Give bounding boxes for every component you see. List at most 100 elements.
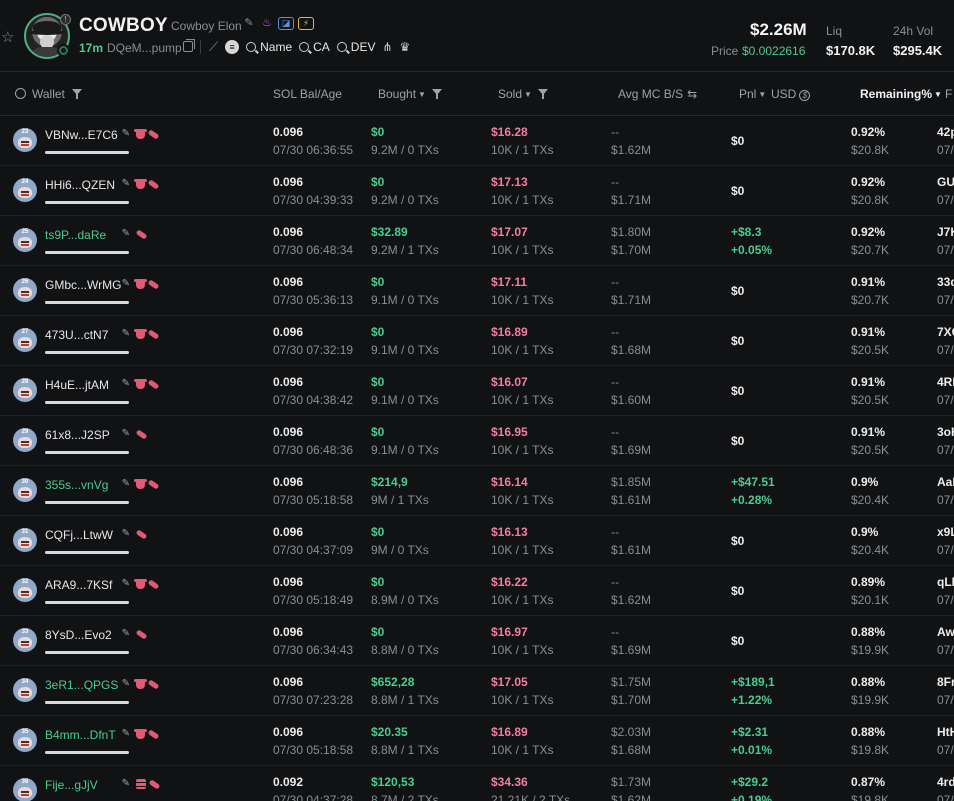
table-row[interactable]: 30 355s...vnVg ✎ 0.096 07/30 05:18:58 $214,9 9… (0, 466, 954, 516)
pencil-icon[interactable]: ✎ (122, 378, 133, 389)
wallet-address[interactable]: 355s...vnVg (45, 478, 108, 492)
pencil-icon[interactable]: ✎ (122, 578, 133, 589)
wallet-address[interactable]: B4mm...DfnT (45, 728, 116, 742)
contract-address[interactable]: DQeM...pump (107, 41, 182, 55)
info-icon[interactable]: ! (60, 14, 71, 25)
wallet-address[interactable]: H4uE...jtAM (45, 378, 109, 392)
table-row[interactable]: 28 H4uE...jtAM ✎ 0.096 07/30 04:38:42 $0 9.1M … (0, 366, 954, 416)
avatar[interactable]: 28 (13, 378, 37, 402)
bolt-icon[interactable]: ⚡ (298, 16, 314, 30)
wallet-address[interactable]: Fije...gJjV (45, 778, 98, 792)
pencil-icon[interactable]: ✎ (242, 16, 256, 30)
pencil-icon[interactable]: ✎ (122, 678, 133, 689)
table-row[interactable]: 35 B4mm...DfnT ✎ 0.096 07/30 05:18:58 $20.35 8… (0, 716, 954, 766)
avatar[interactable]: 34 (13, 678, 37, 702)
avatar[interactable]: 32 (13, 578, 37, 602)
avatar[interactable]: 30 (13, 478, 37, 502)
wallet-address[interactable]: HHi6...QZEN (45, 178, 115, 192)
table-row[interactable]: 31 CQFj...LtwW ✎ 0.096 07/30 04:37:09 $0 9M / … (0, 516, 954, 566)
wallet-address[interactable]: ARA9...7KSf (45, 578, 112, 592)
feather-icon[interactable]: ⟋ (209, 39, 218, 55)
pencil-icon[interactable]: ✎ (122, 128, 133, 139)
funding-source[interactable]: Aw (937, 625, 954, 639)
funding-source[interactable]: 42p (937, 125, 954, 139)
filter-icon[interactable] (71, 89, 82, 99)
table-row[interactable]: 27 473U...ctN7 ✎ 0.096 07/30 07:32:19 $0 9.1M … (0, 316, 954, 366)
search-ca-button[interactable]: CA (299, 40, 330, 54)
gear-icon[interactable] (15, 88, 26, 99)
filter-icon[interactable] (431, 89, 442, 99)
wallet-address[interactable]: 473U...ctN7 (45, 328, 108, 342)
star-icon[interactable]: ☆ (1, 28, 14, 46)
avatar[interactable]: 31 (13, 528, 37, 552)
col-sol-bal[interactable]: SOL Bal/Age (273, 87, 342, 101)
crown-icon[interactable]: ♛ (400, 40, 411, 54)
wallet-address[interactable]: CQFj...LtwW (45, 528, 113, 542)
table-row[interactable]: 25 ts9P...daRe ✎ 0.096 07/30 06:48:34 $32.89 9… (0, 216, 954, 266)
pencil-icon[interactable]: ✎ (122, 478, 133, 489)
funding-source[interactable]: qLL (937, 575, 954, 589)
col-remaining[interactable]: Remaining% ▼ (860, 87, 942, 101)
avatar[interactable]: 25 (13, 228, 37, 252)
pencil-icon[interactable]: ✎ (122, 228, 133, 239)
wallet-address[interactable]: VBNw...E7C6 (45, 128, 118, 142)
funding-source[interactable]: AaF (937, 475, 954, 489)
col-wallet[interactable]: Wallet (15, 87, 82, 101)
col-bought[interactable]: Bought ▼ (378, 87, 442, 101)
pencil-icon[interactable]: ✎ (122, 278, 133, 289)
table-row[interactable]: 34 3eR1...QPGS ✎ 0.096 07/30 07:23:28 $652,28… (0, 666, 954, 716)
funding-source[interactable]: HtH (937, 725, 954, 739)
swap-icon[interactable]: ⇆ (687, 87, 697, 101)
search-dev-button[interactable]: DEV (336, 40, 375, 54)
col-avg-mc[interactable]: Avg MC B/S ⇆ (618, 87, 697, 101)
wallet-address[interactable]: 8YsD...Evo2 (45, 628, 112, 642)
funding-source[interactable]: 8Fr (937, 675, 954, 689)
pencil-icon[interactable]: ✎ (122, 628, 133, 639)
avatar[interactable]: 27 (13, 328, 37, 352)
avatar[interactable]: 36 (13, 778, 37, 801)
funding-source[interactable]: 7XC (937, 325, 954, 339)
funding-source[interactable]: 4rd (937, 775, 954, 789)
table-row[interactable]: 29 61x8...J2SP ✎ 0.096 07/30 06:48:36 $0 9.1M … (0, 416, 954, 466)
funding-source[interactable]: J7K (937, 225, 954, 239)
col-pnl[interactable]: Pnl ▼ (739, 87, 766, 101)
pencil-icon[interactable]: ✎ (122, 328, 133, 339)
share-icon[interactable]: ⋔ (382, 40, 392, 54)
circle-icon[interactable]: ≡ (225, 40, 240, 54)
pencil-icon[interactable]: ✎ (122, 178, 133, 189)
wallet-address[interactable]: ts9P...daRe (45, 228, 106, 242)
table-row[interactable]: 23 VBNw...E7C6 ✎ 0.096 07/30 06:36:55 $0 9.2M … (0, 116, 954, 166)
wallet-address[interactable]: GMbc...WrMG (45, 278, 121, 292)
table-row[interactable]: 32 ARA9...7KSf ✎ 0.096 07/30 05:18:49 $0 8.9M … (0, 566, 954, 616)
table-row[interactable]: 26 GMbc...WrMG ✎ 0.096 07/30 05:36:13 $0 9.1M … (0, 266, 954, 316)
search-icon (246, 42, 257, 52)
funding-source[interactable]: GU (937, 175, 954, 189)
col-sold[interactable]: Sold ▼ (498, 87, 548, 101)
wallet-address[interactable]: 3eR1...QPGS (45, 678, 118, 692)
avatar[interactable]: 24 (13, 178, 37, 202)
avatar[interactable]: 35 (13, 728, 37, 752)
pencil-icon[interactable]: ✎ (122, 728, 133, 739)
table-row[interactable]: 33 8YsD...Evo2 ✎ 0.096 07/30 06:34:43 $0 8.8M … (0, 616, 954, 666)
bone-icon (147, 379, 160, 390)
wallet-address[interactable]: 61x8...J2SP (45, 428, 110, 442)
table-row[interactable]: 24 HHi6...QZEN ✎ 0.096 07/30 04:39:33 $0 9.2M … (0, 166, 954, 216)
table-row[interactable]: 36 Fije...gJjV ✎ 0.092 07/30 04:37:28 $120,53… (0, 766, 954, 801)
pencil-icon[interactable]: ✎ (122, 778, 133, 789)
search-name-button[interactable]: Name (246, 40, 292, 54)
copy-icon[interactable] (183, 39, 195, 52)
funding-source[interactable]: 4RF (937, 375, 954, 389)
funding-source[interactable]: 3oH (937, 425, 954, 439)
filter-icon[interactable] (537, 89, 548, 99)
avatar[interactable]: 26 (13, 278, 37, 302)
funding-source[interactable]: x9L (937, 525, 954, 539)
box-icon[interactable]: ◪ (278, 16, 294, 30)
avatar[interactable]: 33 (13, 628, 37, 652)
avatar[interactable]: 29 (13, 428, 37, 452)
avatar[interactable]: 23 (13, 128, 37, 152)
pencil-icon[interactable]: ✎ (122, 528, 133, 539)
col-usd-toggle[interactable]: USD $ (771, 87, 811, 101)
funding-source[interactable]: 33d (937, 275, 954, 289)
pencil-icon[interactable]: ✎ (122, 428, 133, 439)
col-funding[interactable]: F (945, 87, 952, 101)
